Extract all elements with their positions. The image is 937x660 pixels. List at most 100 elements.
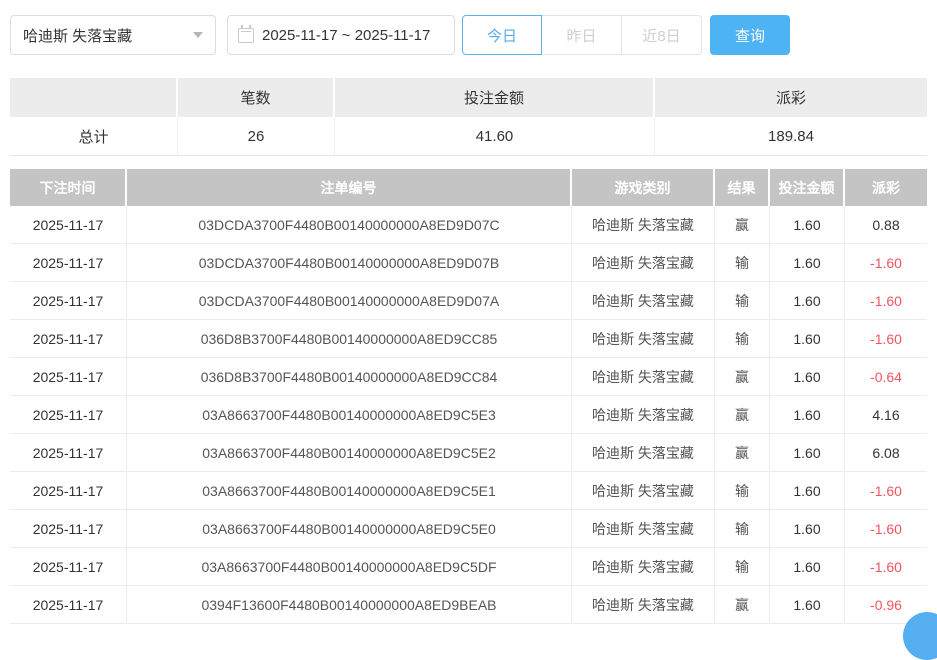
table-row: 2025-11-1703A8663700F4480B00140000000A8E… [10, 548, 927, 586]
table-row: 2025-11-17036D8B3700F4480B00140000000A8E… [10, 358, 927, 396]
record-time: 2025-11-17 [10, 472, 127, 509]
table-row: 2025-11-1703A8663700F4480B00140000000A8E… [10, 510, 927, 548]
summary-header-payout: 派彩 [655, 78, 927, 117]
record-time: 2025-11-17 [10, 320, 127, 357]
record-game: 哈迪斯 失落宝藏 [572, 586, 715, 623]
quick-range-button-1[interactable]: 昨日 [542, 15, 622, 55]
calendar-icon [238, 28, 254, 43]
quick-range-button-0[interactable]: 今日 [462, 15, 542, 55]
record-payout: -1.60 [845, 282, 927, 319]
record-bet-amount: 1.60 [770, 206, 845, 243]
table-row: 2025-11-1703A8663700F4480B00140000000A8E… [10, 472, 927, 510]
record-game: 哈迪斯 失落宝藏 [572, 244, 715, 281]
record-order-id: 03A8663700F4480B00140000000A8ED9C5E0 [127, 510, 572, 547]
record-bet-amount: 1.60 [770, 510, 845, 547]
record-payout: 6.08 [845, 434, 927, 471]
record-bet-amount: 1.60 [770, 472, 845, 509]
record-result: 赢 [715, 206, 770, 243]
record-time: 2025-11-17 [10, 548, 127, 585]
record-result: 赢 [715, 434, 770, 471]
record-order-id: 03DCDA3700F4480B00140000000A8ED9D07B [127, 244, 572, 281]
record-payout: 0.88 [845, 206, 927, 243]
record-game: 哈迪斯 失落宝藏 [572, 206, 715, 243]
records-table: 下注时间 注单编号 游戏类别 结果 投注金额 派彩 2025-11-1703DC… [10, 169, 927, 624]
table-row: 2025-11-1703DCDA3700F4480B00140000000A8E… [10, 206, 927, 244]
game-select-value: 哈迪斯 失落宝藏 [23, 25, 132, 46]
record-payout: -0.64 [845, 358, 927, 395]
record-order-id: 03DCDA3700F4480B00140000000A8ED9D07A [127, 282, 572, 319]
floating-widget-ball[interactable] [903, 612, 937, 660]
record-payout: 4.16 [845, 396, 927, 433]
table-row: 2025-11-17036D8B3700F4480B00140000000A8E… [10, 320, 927, 358]
table-row: 2025-11-1703A8663700F4480B00140000000A8E… [10, 396, 927, 434]
record-time: 2025-11-17 [10, 396, 127, 433]
record-time: 2025-11-17 [10, 358, 127, 395]
record-time: 2025-11-17 [10, 586, 127, 623]
record-result: 输 [715, 472, 770, 509]
record-result: 输 [715, 510, 770, 547]
records-header-bet: 投注金额 [770, 169, 845, 206]
date-range-picker[interactable]: 2025-11-17 ~ 2025-11-17 [227, 15, 455, 55]
record-order-id: 03A8663700F4480B00140000000A8ED9C5DF [127, 548, 572, 585]
records-header-payout: 派彩 [845, 169, 927, 206]
record-result: 赢 [715, 586, 770, 623]
table-row: 2025-11-1703DCDA3700F4480B00140000000A8E… [10, 282, 927, 320]
records-header-time: 下注时间 [10, 169, 127, 206]
record-payout: -1.60 [845, 244, 927, 281]
summary-table: 笔数 投注金额 派彩 总计 26 41.60 189.84 [10, 78, 927, 156]
records-header-result: 结果 [715, 169, 770, 206]
record-bet-amount: 1.60 [770, 320, 845, 357]
chevron-down-icon [193, 32, 203, 38]
record-order-id: 036D8B3700F4480B00140000000A8ED9CC84 [127, 358, 572, 395]
summary-total-label: 总计 [10, 117, 178, 155]
record-game: 哈迪斯 失落宝藏 [572, 320, 715, 357]
query-button[interactable]: 查询 [710, 15, 790, 55]
table-row: 2025-11-170394F13600F4480B00140000000A8E… [10, 586, 927, 624]
record-time: 2025-11-17 [10, 244, 127, 281]
records-header-row: 下注时间 注单编号 游戏类别 结果 投注金额 派彩 [10, 169, 927, 206]
record-payout: -1.60 [845, 510, 927, 547]
record-bet-amount: 1.60 [770, 548, 845, 585]
record-bet-amount: 1.60 [770, 586, 845, 623]
summary-header-empty [10, 78, 178, 117]
record-result: 赢 [715, 358, 770, 395]
record-game: 哈迪斯 失落宝藏 [572, 434, 715, 471]
record-time: 2025-11-17 [10, 510, 127, 547]
record-time: 2025-11-17 [10, 434, 127, 471]
quick-range-group: 今日昨日近8日 [462, 15, 702, 55]
record-time: 2025-11-17 [10, 282, 127, 319]
record-bet-amount: 1.60 [770, 434, 845, 471]
record-result: 输 [715, 282, 770, 319]
summary-header-row: 笔数 投注金额 派彩 [10, 78, 927, 117]
record-result: 输 [715, 320, 770, 357]
record-game: 哈迪斯 失落宝藏 [572, 548, 715, 585]
date-range-value: 2025-11-17 ~ 2025-11-17 [262, 27, 430, 44]
record-order-id: 03DCDA3700F4480B00140000000A8ED9D07C [127, 206, 572, 243]
record-bet-amount: 1.60 [770, 358, 845, 395]
summary-header-count: 笔数 [178, 78, 335, 117]
record-time: 2025-11-17 [10, 206, 127, 243]
record-bet-amount: 1.60 [770, 396, 845, 433]
record-order-id: 03A8663700F4480B00140000000A8ED9C5E3 [127, 396, 572, 433]
record-result: 输 [715, 244, 770, 281]
table-row: 2025-11-1703A8663700F4480B00140000000A8E… [10, 434, 927, 472]
summary-total-bet-amount: 41.60 [335, 117, 655, 155]
summary-total-payout: 189.84 [655, 117, 927, 155]
summary-total-row: 总计 26 41.60 189.84 [10, 117, 927, 156]
table-row: 2025-11-1703DCDA3700F4480B00140000000A8E… [10, 244, 927, 282]
record-bet-amount: 1.60 [770, 244, 845, 281]
quick-range-button-2[interactable]: 近8日 [622, 15, 702, 55]
record-order-id: 0394F13600F4480B00140000000A8ED9BEAB [127, 586, 572, 623]
game-select[interactable]: 哈迪斯 失落宝藏 [10, 15, 216, 55]
record-game: 哈迪斯 失落宝藏 [572, 510, 715, 547]
summary-total-count: 26 [178, 117, 335, 155]
record-game: 哈迪斯 失落宝藏 [572, 358, 715, 395]
record-order-id: 03A8663700F4480B00140000000A8ED9C5E2 [127, 434, 572, 471]
records-body: 2025-11-1703DCDA3700F4480B00140000000A8E… [10, 206, 927, 624]
record-game: 哈迪斯 失落宝藏 [572, 472, 715, 509]
records-header-game: 游戏类别 [572, 169, 715, 206]
record-order-id: 03A8663700F4480B00140000000A8ED9C5E1 [127, 472, 572, 509]
record-game: 哈迪斯 失落宝藏 [572, 282, 715, 319]
record-result: 输 [715, 548, 770, 585]
record-bet-amount: 1.60 [770, 282, 845, 319]
